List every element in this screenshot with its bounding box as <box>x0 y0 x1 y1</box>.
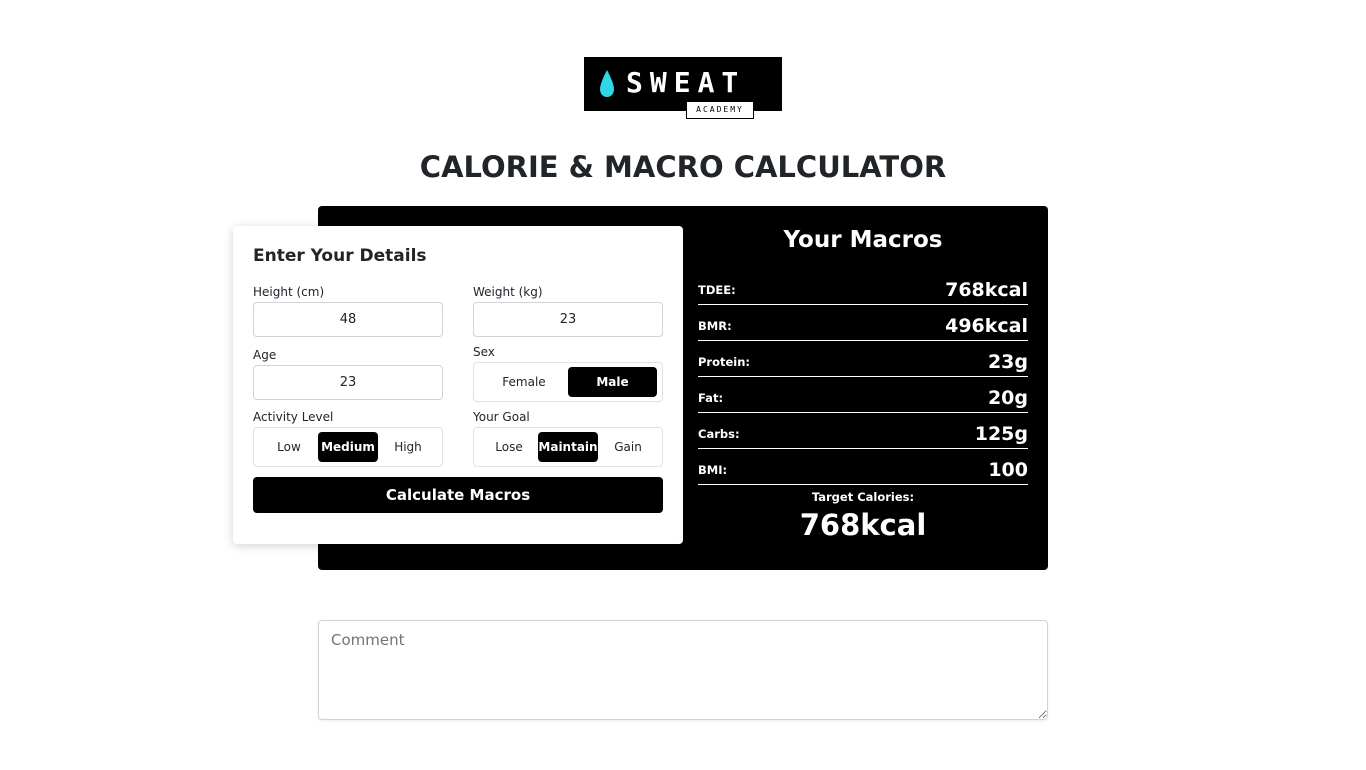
macro-value: 23g <box>987 351 1028 373</box>
goal-toggle: Lose Maintain Gain <box>473 427 663 467</box>
macro-label: BMI: <box>698 463 728 477</box>
goal-option-gain[interactable]: Gain <box>598 432 658 462</box>
height-input[interactable] <box>253 302 443 337</box>
activity-option-low[interactable]: Low <box>259 432 319 462</box>
macro-label: BMR: <box>698 319 732 333</box>
sex-option-male[interactable]: Male <box>568 367 657 397</box>
macro-label: TDEE: <box>698 283 736 297</box>
water-drop-icon <box>600 70 614 97</box>
sex-toggle: Female Male <box>473 362 663 402</box>
macro-label: Protein: <box>698 355 751 369</box>
macro-value: 768kcal <box>945 279 1028 301</box>
age-label: Age <box>253 348 277 362</box>
macros-title: Your Macros <box>783 227 943 253</box>
comment-textarea[interactable] <box>318 620 1048 720</box>
activity-toggle: Low Medium High <box>253 427 443 467</box>
macro-value: 100 <box>988 459 1028 481</box>
target-calories-label: Target Calories: <box>811 490 915 504</box>
sweat-academy-logo: SWEAT ACADEMY <box>584 57 782 119</box>
macro-label: Fat: <box>698 391 724 405</box>
form-title: Enter Your Details <box>253 246 427 266</box>
weight-label: Weight (kg) <box>473 285 543 299</box>
target-calories-value: 768kcal <box>799 508 927 542</box>
activity-option-high[interactable]: High <box>378 432 438 462</box>
goal-label: Your Goal <box>473 410 530 424</box>
macro-row-bmi: BMI: 100 <box>698 449 1028 485</box>
macro-row-protein: Protein: 23g <box>698 341 1028 377</box>
activity-label: Activity Level <box>253 410 334 424</box>
macro-value: 125g <box>974 423 1028 445</box>
sex-option-female[interactable]: Female <box>479 367 569 397</box>
macro-row-carbs: Carbs: 125g <box>698 413 1028 449</box>
macro-row-fat: Fat: 20g <box>698 377 1028 413</box>
goal-option-lose[interactable]: Lose <box>479 432 539 462</box>
calculate-macros-button[interactable]: Calculate Macros <box>253 477 663 513</box>
page-title: CALORIE & MACRO CALCULATOR <box>419 150 947 184</box>
page: SWEAT ACADEMY CALORIE & MACRO CALCULATOR… <box>0 0 1366 770</box>
goal-option-maintain[interactable]: Maintain <box>538 432 598 462</box>
weight-input[interactable] <box>473 302 663 337</box>
height-label: Height (cm) <box>253 285 325 299</box>
logo-wordmark: SWEAT <box>626 66 746 99</box>
macro-value: 20g <box>987 387 1028 409</box>
activity-option-medium[interactable]: Medium <box>318 432 378 462</box>
macro-row-tdee: TDEE: 768kcal <box>698 269 1028 305</box>
macro-row-bmr: BMR: 496kcal <box>698 305 1028 341</box>
macro-label: Carbs: <box>698 427 740 441</box>
sex-label: Sex <box>473 345 495 359</box>
age-input[interactable] <box>253 365 443 400</box>
logo-subtext: ACADEMY <box>686 101 754 119</box>
macro-value: 496kcal <box>945 315 1028 337</box>
